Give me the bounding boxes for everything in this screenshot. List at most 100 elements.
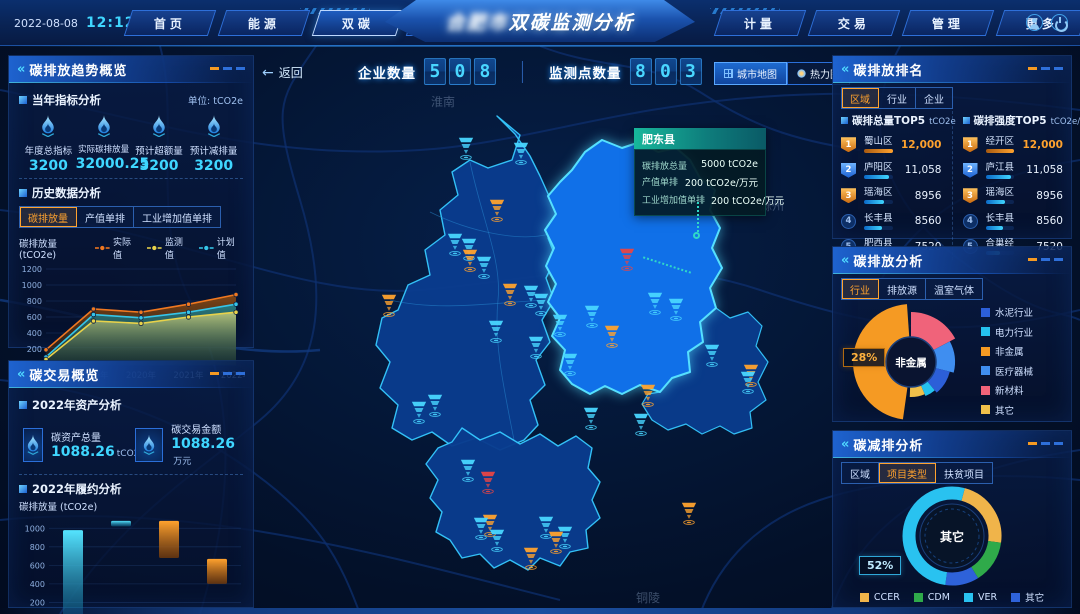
asset-metrics: 碳资产总量1088.26tCO2e 碳交易金额1088.26万元 bbox=[19, 415, 243, 470]
panel-header: « 碳减排分析 bbox=[833, 431, 1071, 457]
svg-text:800: 800 bbox=[30, 543, 45, 552]
map-region-south bbox=[426, 428, 600, 570]
rank-column-header: 碳排总量TOP5tCO2e bbox=[841, 113, 942, 128]
dashboard-screen: 淮南滁州铜陵 2022-08-08 12:12:12 首页能源双碳设备 计量交易… bbox=[0, 0, 1080, 614]
trade-metric-碳交易金额: 碳交易金额1088.26万元 bbox=[135, 421, 239, 468]
metric-预计超额量: 预计超额量3200 bbox=[132, 114, 187, 174]
donut-legend-item-VER: VER bbox=[964, 590, 997, 604]
panel-title: 碳交易概览 bbox=[29, 365, 99, 384]
metric-label: 预计超额量 bbox=[132, 143, 187, 157]
rank-bar-track bbox=[864, 226, 893, 230]
tab-区域[interactable]: 区域 bbox=[842, 88, 879, 108]
metric-value: 3200 bbox=[21, 158, 76, 174]
legend-swatch bbox=[1011, 593, 1020, 602]
trade-metric-value: 1088.26tCO2e bbox=[51, 444, 145, 460]
tab-排放源[interactable]: 排放源 bbox=[879, 279, 926, 299]
rank-name: 瑶海区 bbox=[864, 187, 893, 198]
metric-label: 年度总指标 bbox=[21, 143, 76, 157]
rank-columns: 碳排总量TOP5tCO2e1蜀山区12,0002庐阳区11,0583瑶海区895… bbox=[841, 111, 1063, 260]
svg-text:非金属: 非金属 bbox=[895, 356, 927, 369]
rank-column-1: 碳排总量TOP5tCO2e1蜀山区12,0002庐阳区11,0583瑶海区895… bbox=[841, 111, 942, 260]
tooltip-row: 工业增加值单排200 tCO2e/万元 bbox=[642, 193, 758, 207]
map-marker-orange[interactable] bbox=[382, 295, 396, 317]
map-marker-cyan[interactable] bbox=[634, 414, 648, 436]
date-label: 2022-08-08 bbox=[14, 17, 78, 30]
svg-text:800: 800 bbox=[27, 297, 42, 306]
nav-tab-计量[interactable]: 计量 bbox=[714, 10, 806, 36]
rank-row: 2庐阳区11,058 bbox=[841, 158, 942, 184]
flame-icon-box bbox=[23, 428, 43, 462]
flame-icon bbox=[24, 434, 42, 455]
pie-legend-item-其它: 其它 bbox=[981, 403, 1033, 417]
tab-项目类型[interactable]: 项目类型 bbox=[879, 463, 936, 483]
tab-行业[interactable]: 行业 bbox=[879, 88, 916, 108]
tab-工业增加值单排[interactable]: 工业增加值单排 bbox=[134, 207, 220, 227]
donut-callout: 52% bbox=[859, 556, 901, 575]
tab-区域[interactable]: 区域 bbox=[842, 463, 879, 483]
rank-header-title: 碳排总量TOP5 bbox=[841, 113, 925, 128]
nav-tab-label: 管理 bbox=[932, 15, 964, 32]
nav-tab-label: 计量 bbox=[744, 15, 776, 32]
reduction-tabs: 区域项目类型扶贫项目 bbox=[841, 462, 993, 484]
rank-column-2: 碳排强度TOP5tCO2e/万元1经开区12,0002庐江县11,0583瑶海区… bbox=[952, 111, 1064, 260]
svg-text:600: 600 bbox=[30, 561, 45, 570]
stat-label: 监测点数量 bbox=[549, 62, 622, 82]
rank-row-main: 庐江县 bbox=[986, 162, 1015, 179]
city-map-icon bbox=[724, 69, 733, 78]
page-title-prefix: 合肥市 bbox=[445, 12, 508, 34]
stat-digit: 0 bbox=[449, 58, 471, 85]
power-icon[interactable] bbox=[1051, 14, 1068, 31]
tooltip-row-label: 碳排放总量 bbox=[642, 159, 687, 172]
rank-medal-icon: 3 bbox=[963, 188, 978, 203]
rank-value: 8956 bbox=[1019, 190, 1063, 202]
stat-digit: 5 bbox=[424, 58, 446, 85]
tooltip-row-value: 200 tCO2e/万元 bbox=[711, 193, 784, 207]
back-button[interactable]: ← 返回 bbox=[262, 64, 303, 81]
map-view-button-城市地图[interactable]: 城市地图 bbox=[714, 62, 787, 85]
divider bbox=[19, 178, 243, 179]
compliance-waterfall-chart: 02004006008001000碳排放总量国家发放配额配额交易量CCER购买总… bbox=[19, 513, 245, 614]
rank-name: 长丰县 bbox=[864, 213, 893, 224]
rank-header-title: 碳排强度TOP5 bbox=[963, 113, 1047, 128]
map-marker-cyan[interactable] bbox=[459, 138, 473, 160]
rank-medal-icon: 3 bbox=[841, 188, 856, 203]
trade-metric-碳资产总量: 碳资产总量1088.26tCO2e bbox=[23, 421, 127, 468]
stat-digits: 803 bbox=[629, 58, 701, 85]
rank-medal-icon: 1 bbox=[841, 137, 856, 152]
rank-name: 庐阳区 bbox=[864, 162, 893, 173]
rank-value: 8956 bbox=[898, 190, 942, 202]
back-label: 返回 bbox=[279, 64, 303, 81]
panel-emission-rank: « 碳排放排名 区域行业企业 碳排总量TOP5tCO2e1蜀山区12,0002庐… bbox=[832, 55, 1072, 239]
panel-emission-analysis: « 碳排放分析 行业排放源温室气体 28% 非金属 水泥行业电力行业非金属医疗器… bbox=[832, 246, 1072, 422]
rank-value: 11,058 bbox=[1019, 164, 1063, 176]
tab-行业[interactable]: 行业 bbox=[842, 279, 879, 299]
panel-reduction-analysis: « 碳减排分析 区域项目类型扶贫项目 52% 其它 CCERCDMVER其它 bbox=[832, 430, 1072, 608]
tab-企业[interactable]: 企业 bbox=[916, 88, 952, 108]
rank-bar-track bbox=[986, 200, 1015, 204]
stat-digit: 3 bbox=[679, 58, 701, 85]
tab-产值单排[interactable]: 产值单排 bbox=[77, 207, 134, 227]
tab-温室气体[interactable]: 温室气体 bbox=[926, 279, 982, 299]
tab-碳排放量[interactable]: 碳排放量 bbox=[20, 207, 77, 227]
nav-tab-label: 首页 bbox=[154, 15, 186, 32]
legend-marker bbox=[95, 245, 110, 251]
tab-扶贫项目[interactable]: 扶贫项目 bbox=[936, 463, 992, 483]
user-icon[interactable] bbox=[1026, 14, 1043, 31]
nav-tab-管理[interactable]: 管理 bbox=[902, 10, 994, 36]
map-marker-orange[interactable] bbox=[682, 503, 696, 525]
rank-row: 1经开区12,000 bbox=[963, 132, 1064, 158]
map-marker-cyan[interactable] bbox=[584, 408, 598, 430]
rank-bar bbox=[986, 175, 1011, 179]
rank-value: 8560 bbox=[898, 215, 942, 227]
nav-tab-能源[interactable]: 能源 bbox=[218, 10, 310, 36]
rank-medal-icon: 2 bbox=[963, 163, 978, 178]
panel-header-dashes bbox=[210, 372, 245, 375]
stat-digit: 0 bbox=[654, 58, 676, 85]
nav-tab-交易[interactable]: 交易 bbox=[808, 10, 900, 36]
back-arrow-icon: ← bbox=[262, 65, 274, 81]
history-tabs: 碳排放量产值单排工业增加值单排 bbox=[19, 206, 221, 228]
nav-tab-首页[interactable]: 首页 bbox=[124, 10, 216, 36]
legend-swatch bbox=[914, 593, 923, 602]
trade-metric-label: 碳交易金额 bbox=[171, 421, 239, 436]
app-title-banner: 合肥市双碳监测分析 bbox=[385, 0, 695, 42]
